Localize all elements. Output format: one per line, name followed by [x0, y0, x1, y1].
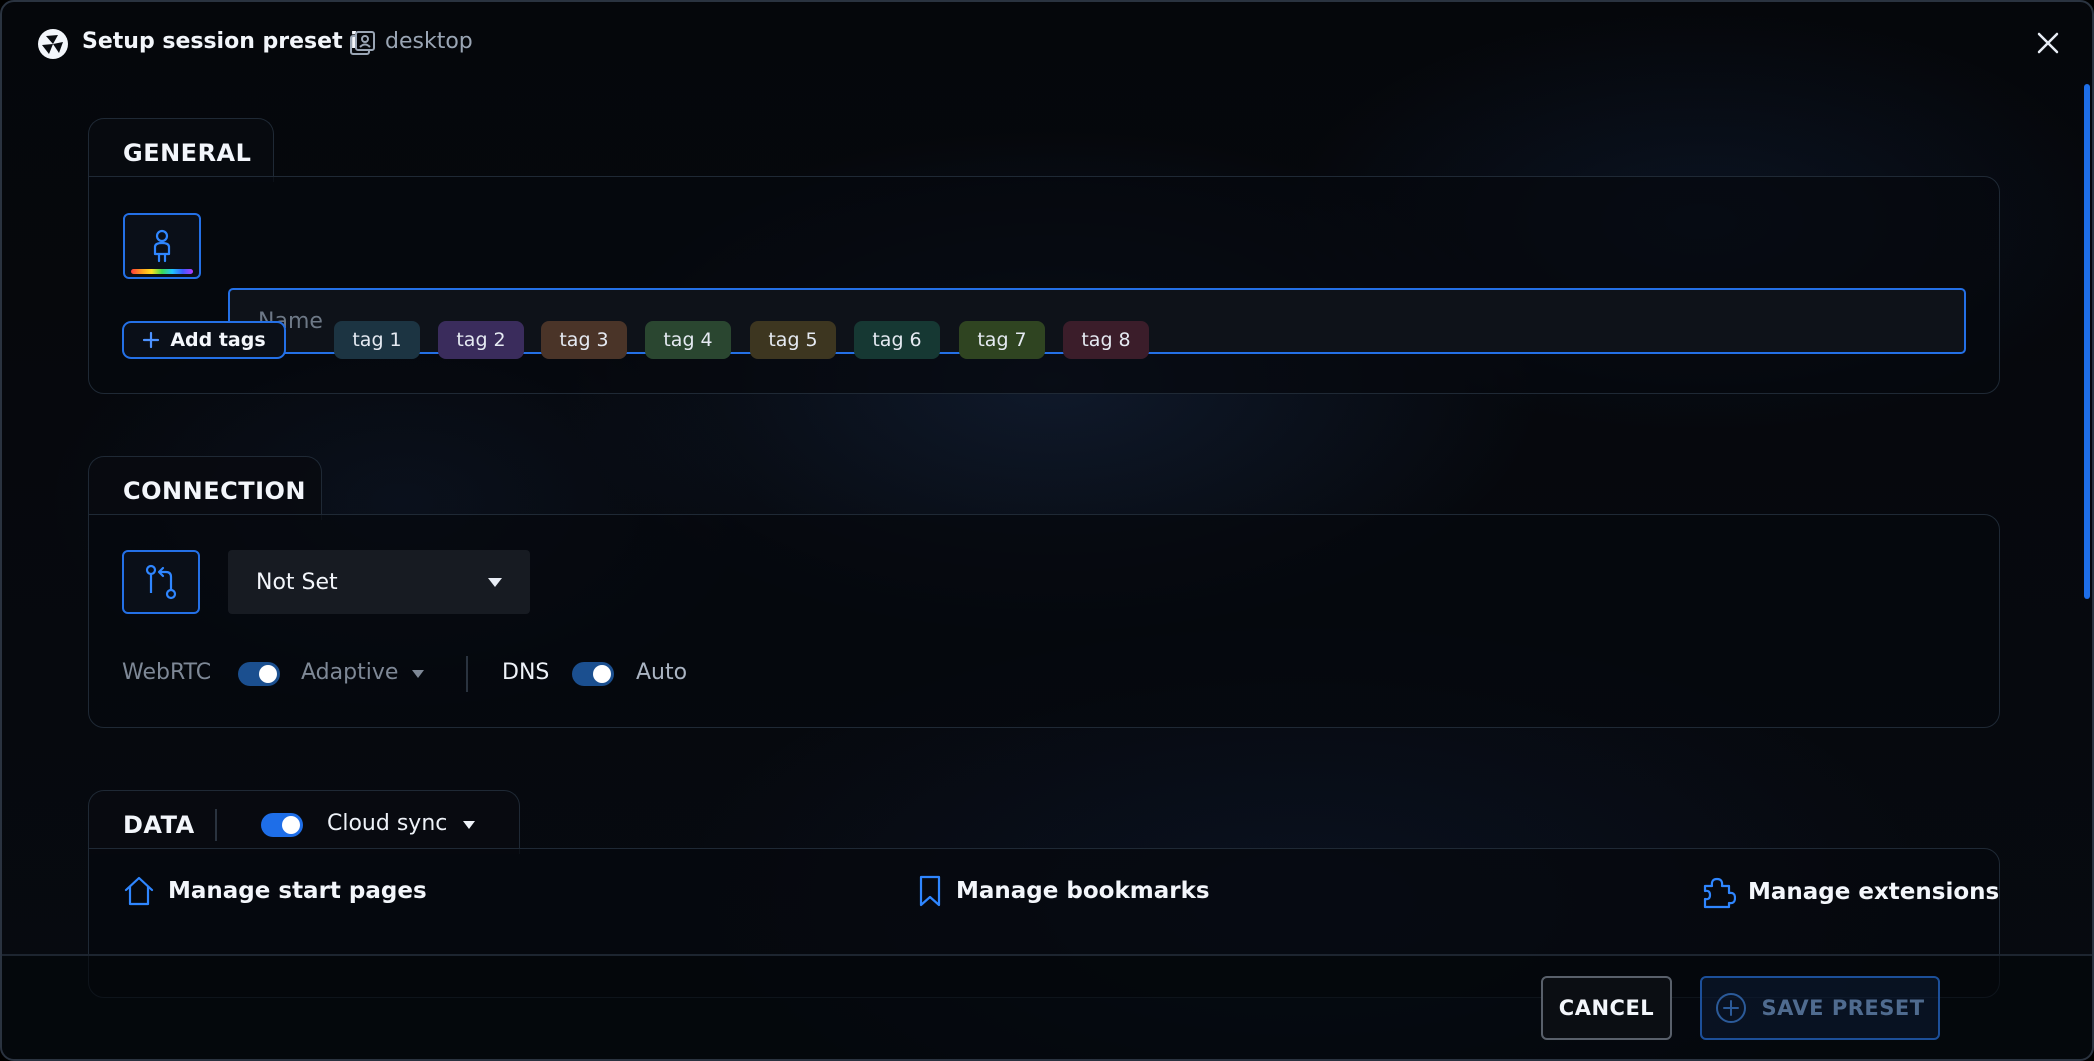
general-tab: GENERAL	[88, 118, 274, 182]
proxy-select[interactable]: Not Set	[228, 550, 530, 614]
toggle-knob	[593, 665, 611, 683]
toggle-knob	[259, 665, 277, 683]
manage-extensions-label: Manage extensions	[1748, 879, 2000, 905]
connection-section: CONNECTION Not Set WebRTC Adaptive DNS A…	[88, 456, 2000, 728]
puzzle-icon	[1703, 877, 1736, 909]
tag-chip[interactable]: tag 3	[541, 321, 627, 359]
chevron-down-icon[interactable]	[463, 821, 475, 829]
workspace-name: desktop	[385, 29, 473, 54]
tag-chip[interactable]: tag 5	[750, 321, 836, 359]
webrtc-label: WebRTC	[122, 660, 212, 685]
save-preset-label: SAVE PRESET	[1761, 996, 1925, 1020]
cloud-sync-select[interactable]: Cloud sync	[327, 811, 447, 836]
tag-chip[interactable]: tag 8	[1063, 321, 1149, 359]
tag-chip[interactable]: tag 7	[959, 321, 1045, 359]
plus-circle-icon	[1716, 993, 1747, 1023]
close-icon[interactable]	[2035, 30, 2061, 56]
cloud-sync-toggle[interactable]	[261, 813, 303, 837]
data-title: DATA	[123, 811, 195, 839]
tag-chip[interactable]: tag 4	[645, 321, 731, 359]
profile-avatar-button[interactable]	[123, 213, 201, 279]
dns-toggle[interactable]	[572, 662, 614, 686]
proxy-icon-button[interactable]	[122, 550, 200, 614]
proxy-select-value: Not Set	[256, 569, 338, 595]
chevron-down-icon	[488, 577, 502, 587]
home-icon	[124, 876, 154, 906]
manage-extensions-button[interactable]: Manage extensions	[1700, 874, 1999, 910]
workspace-icon	[350, 31, 375, 55]
plus-icon	[143, 331, 160, 349]
footer-divider	[2, 954, 2092, 956]
connection-title: CONNECTION	[123, 477, 306, 505]
connection-swap-icon	[145, 564, 177, 600]
chevron-down-icon[interactable]	[412, 670, 424, 678]
divider	[466, 656, 468, 692]
data-tab: DATA Cloud sync	[88, 790, 520, 854]
tag-chip[interactable]: tag 6	[854, 321, 940, 359]
webrtc-toggle[interactable]	[238, 662, 280, 686]
dns-label: DNS	[502, 660, 550, 685]
toggle-knob	[282, 816, 300, 834]
general-section: GENERAL Add tags tag 1 tag 2 tag 3 tag 4…	[88, 118, 2000, 394]
bookmark-icon	[919, 875, 941, 907]
app-logo-icon	[38, 29, 68, 59]
general-title: GENERAL	[123, 139, 252, 167]
cancel-button[interactable]: CANCEL	[1541, 976, 1672, 1040]
dns-mode: Auto	[636, 660, 688, 685]
tag-chip[interactable]: tag 1	[334, 321, 420, 359]
session-preset-dialog: Setup session preset in desktop GENERAL	[0, 0, 2094, 1061]
tag-chip[interactable]: tag 2	[438, 321, 524, 359]
dialog-title: Setup session preset in	[82, 29, 374, 54]
data-section: DATA Cloud sync Manage start pages Manag…	[88, 790, 2000, 998]
connection-body	[88, 514, 2000, 728]
divider	[215, 809, 217, 841]
general-body	[88, 176, 2000, 394]
dialog-header: Setup session preset in desktop	[2, 2, 2092, 82]
webrtc-mode-select[interactable]: Adaptive	[301, 660, 398, 685]
manage-bookmarks-label: Manage bookmarks	[956, 878, 1210, 904]
connection-tab: CONNECTION	[88, 456, 322, 520]
manage-start-pages-label: Manage start pages	[168, 878, 427, 904]
manage-bookmarks-button[interactable]: Manage bookmarks	[916, 874, 1210, 908]
scrollbar-thumb[interactable]	[2084, 84, 2090, 599]
color-indicator	[131, 269, 193, 274]
manage-start-pages-button[interactable]: Manage start pages	[122, 874, 427, 908]
add-tags-button[interactable]: Add tags	[122, 321, 286, 359]
person-icon	[153, 229, 171, 263]
save-preset-button[interactable]: SAVE PRESET	[1700, 976, 1940, 1040]
add-tags-label: Add tags	[170, 329, 266, 351]
